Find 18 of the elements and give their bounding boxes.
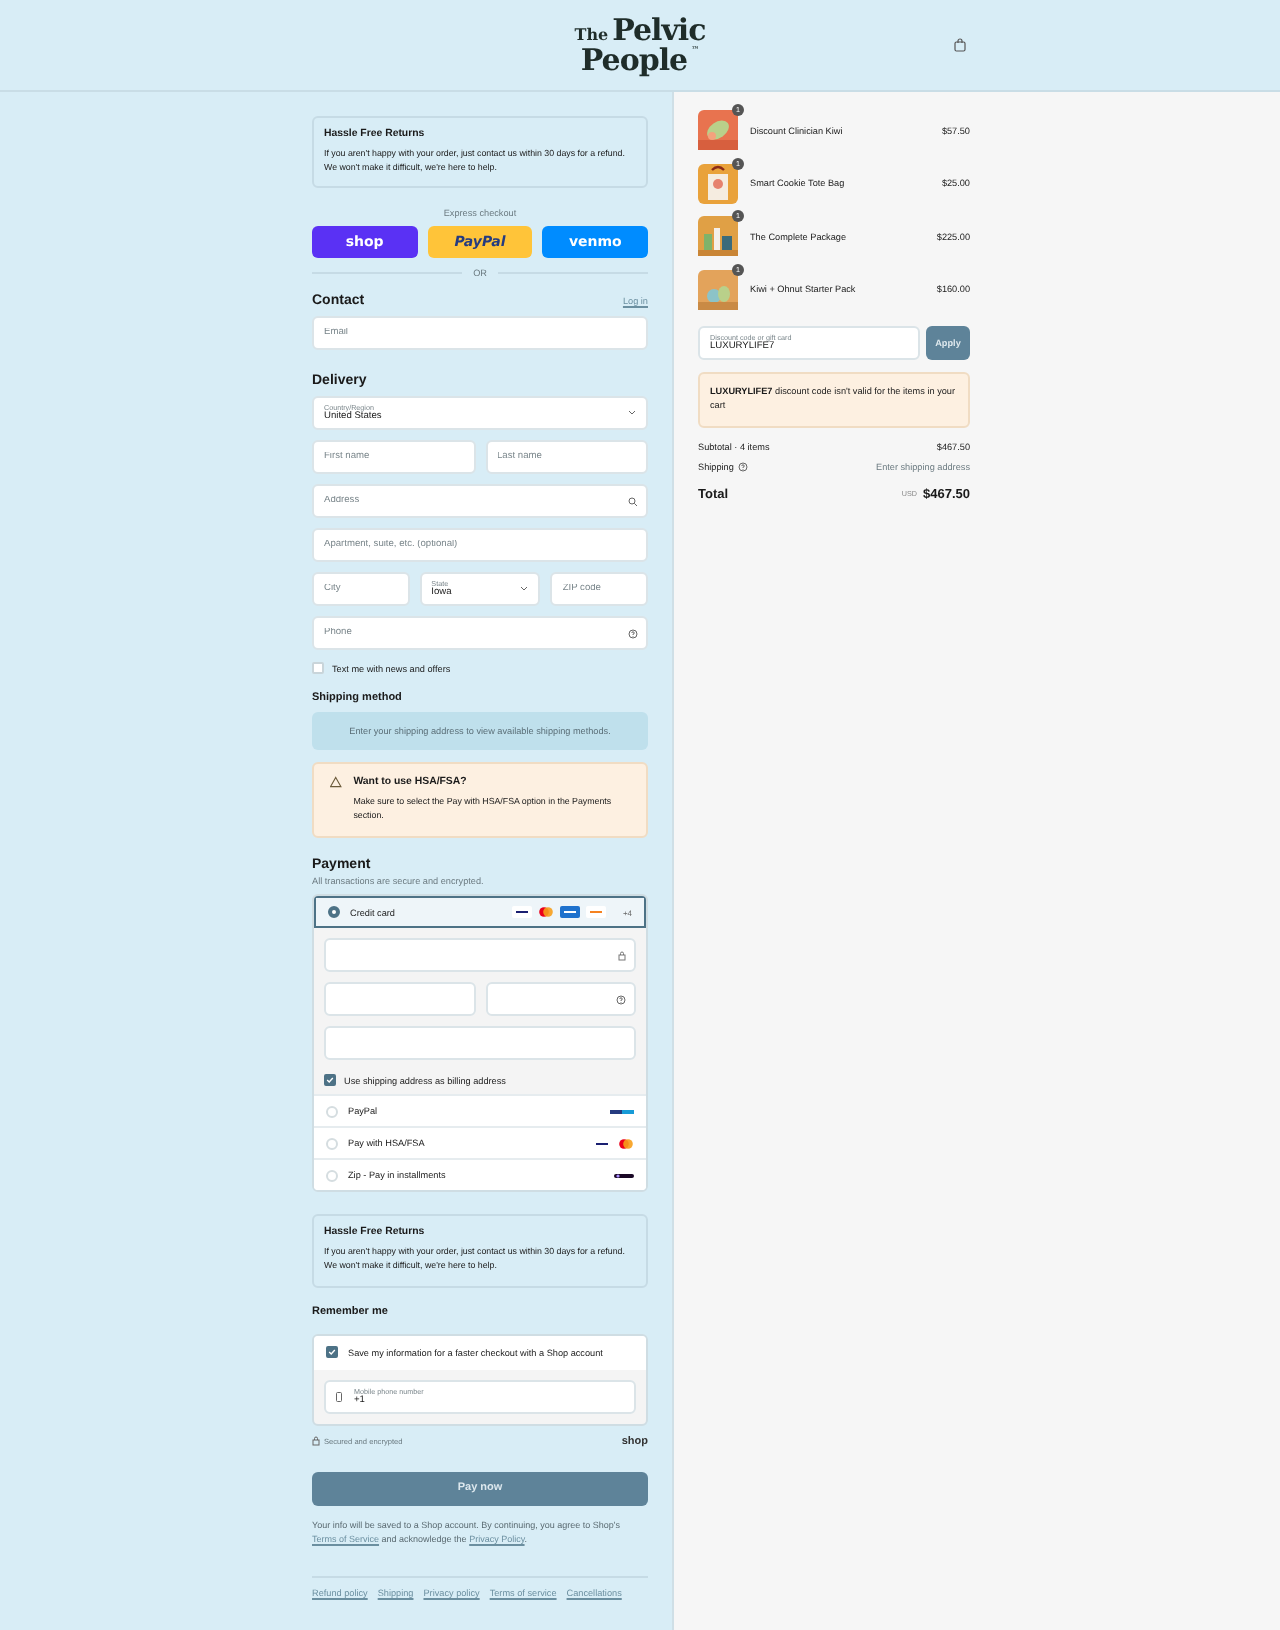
phone-icon xyxy=(336,1391,342,1402)
lock-icon xyxy=(618,950,626,961)
checkbox[interactable] xyxy=(324,1074,336,1087)
mastercard-icon xyxy=(538,906,555,919)
lock-icon xyxy=(312,1436,320,1447)
help-icon xyxy=(616,994,626,1005)
card-number-field[interactable] xyxy=(324,938,636,973)
help-icon xyxy=(628,628,638,639)
bag-icon[interactable] xyxy=(954,38,966,52)
warning-icon xyxy=(330,776,342,789)
radio-button[interactable] xyxy=(328,906,340,919)
help-icon xyxy=(737,461,748,472)
search-icon xyxy=(628,496,638,507)
mastercard-icon xyxy=(618,1137,634,1150)
name-on-card-field[interactable] xyxy=(324,1026,636,1061)
checkbox[interactable] xyxy=(326,1346,338,1359)
security-code-field[interactable] xyxy=(485,982,636,1017)
expiry-field[interactable] xyxy=(324,982,475,1017)
